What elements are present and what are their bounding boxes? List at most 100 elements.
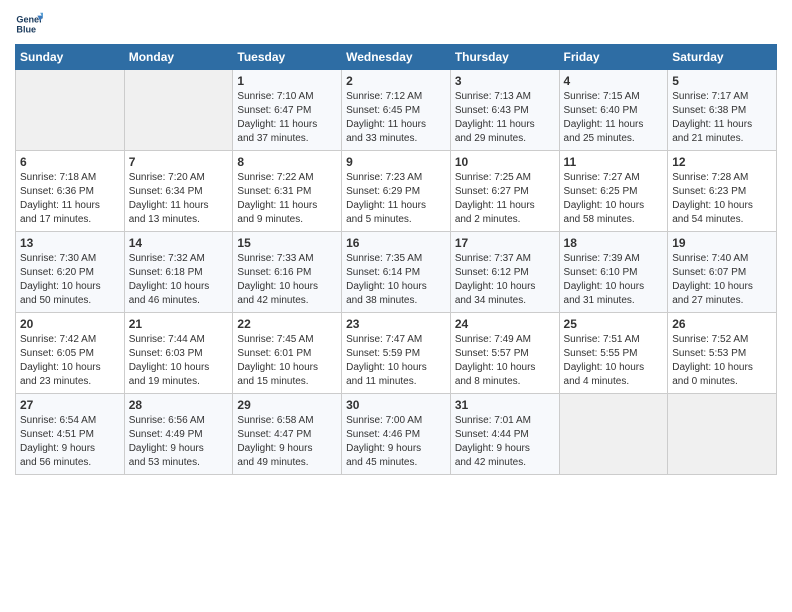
calendar-cell: 12 Sunrise: 7:28 AMSunset: 6:23 PMDayligh… (668, 151, 777, 232)
calendar-body: 1Sunrise: 7:10 AMSunset: 6:47 PMDaylight… (16, 70, 777, 475)
week-row-1: 1Sunrise: 7:10 AMSunset: 6:47 PMDaylight… (16, 70, 777, 151)
calendar-cell: 26 Sunrise: 7:52 AMSunset: 5:53 PMDayligh… (668, 313, 777, 394)
calendar-cell: 6 Sunrise: 7:18 AMSunset: 6:36 PMDaylight… (16, 151, 125, 232)
day-number: 5 (672, 74, 772, 88)
svg-text:Blue: Blue (16, 24, 36, 34)
day-number: 3 (455, 74, 555, 88)
cell-content: Sunrise: 7:45 AMSunset: 6:01 PMDaylight:… (237, 333, 337, 389)
cell-content: Sunrise: 6:54 AMSunset: 4:51 PMDaylight:… (20, 414, 120, 470)
calendar-cell (124, 70, 233, 151)
cell-content: Sunrise: 7:51 AMSunset: 5:55 PMDaylight:… (564, 333, 664, 389)
cell-content: Sunrise: 7:32 AMSunset: 6:18 PMDaylight:… (129, 252, 229, 308)
cell-content: Sunrise: 7:15 AMSunset: 6:40 PMDaylight:… (564, 90, 664, 146)
day-number: 10 (455, 155, 555, 169)
calendar-cell: 24 Sunrise: 7:49 AMSunset: 5:57 PMDayligh… (450, 313, 559, 394)
calendar-cell: 27 Sunrise: 6:54 AMSunset: 4:51 PMDayligh… (16, 394, 125, 475)
calendar-cell: 28Sunrise: 6:56 AMSunset: 4:49 PMDayligh… (124, 394, 233, 475)
calendar-cell: 7 Sunrise: 7:20 AMSunset: 6:34 PMDaylight… (124, 151, 233, 232)
day-number: 17 (455, 236, 555, 250)
calendar-cell: 14 Sunrise: 7:32 AMSunset: 6:18 PMDayligh… (124, 232, 233, 313)
cell-content: Sunrise: 7:22 AMSunset: 6:31 PMDaylight:… (237, 171, 337, 227)
day-number: 11 (564, 155, 664, 169)
day-number: 1 (237, 74, 337, 88)
day-number: 18 (564, 236, 664, 250)
calendar-header-row: SundayMondayTuesdayWednesdayThursdayFrid… (16, 45, 777, 70)
day-number: 27 (20, 398, 120, 412)
day-number: 9 (346, 155, 446, 169)
day-header-friday: Friday (559, 45, 668, 70)
calendar-cell: 29 Sunrise: 6:58 AMSunset: 4:47 PMDayligh… (233, 394, 342, 475)
cell-content: Sunrise: 7:52 AMSunset: 5:53 PMDaylight:… (672, 333, 772, 389)
day-header-thursday: Thursday (450, 45, 559, 70)
day-number: 15 (237, 236, 337, 250)
cell-content: Sunrise: 7:20 AMSunset: 6:34 PMDaylight:… (129, 171, 229, 227)
calendar-cell: 23 Sunrise: 7:47 AMSunset: 5:59 PMDayligh… (342, 313, 451, 394)
day-number: 31 (455, 398, 555, 412)
week-row-2: 6 Sunrise: 7:18 AMSunset: 6:36 PMDaylight… (16, 151, 777, 232)
calendar-cell: 10Sunrise: 7:25 AMSunset: 6:27 PMDayligh… (450, 151, 559, 232)
day-header-monday: Monday (124, 45, 233, 70)
calendar-cell: 13Sunrise: 7:30 AMSunset: 6:20 PMDayligh… (16, 232, 125, 313)
page-header: General Blue (15, 10, 777, 38)
day-number: 8 (237, 155, 337, 169)
day-header-saturday: Saturday (668, 45, 777, 70)
logo-icon: General Blue (15, 10, 43, 38)
day-number: 13 (20, 236, 120, 250)
calendar-cell: 5 Sunrise: 7:17 AMSunset: 6:38 PMDaylight… (668, 70, 777, 151)
cell-content: Sunrise: 7:35 AMSunset: 6:14 PMDaylight:… (346, 252, 446, 308)
cell-content: Sunrise: 7:00 AMSunset: 4:46 PMDaylight:… (346, 414, 446, 470)
calendar-cell: 4 Sunrise: 7:15 AMSunset: 6:40 PMDaylight… (559, 70, 668, 151)
calendar-cell: 30Sunrise: 7:00 AMSunset: 4:46 PMDayligh… (342, 394, 451, 475)
cell-content: Sunrise: 7:47 AMSunset: 5:59 PMDaylight:… (346, 333, 446, 389)
cell-content: Sunrise: 7:18 AMSunset: 6:36 PMDaylight:… (20, 171, 120, 227)
calendar-cell: 1Sunrise: 7:10 AMSunset: 6:47 PMDaylight… (233, 70, 342, 151)
day-number: 14 (129, 236, 229, 250)
day-number: 28 (129, 398, 229, 412)
day-header-sunday: Sunday (16, 45, 125, 70)
calendar-cell: 15 Sunrise: 7:33 AMSunset: 6:16 PMDayligh… (233, 232, 342, 313)
cell-content: Sunrise: 7:28 AMSunset: 6:23 PMDaylight:… (672, 171, 772, 227)
calendar-cell: 2Sunrise: 7:12 AMSunset: 6:45 PMDaylight… (342, 70, 451, 151)
day-number: 29 (237, 398, 337, 412)
week-row-3: 13Sunrise: 7:30 AMSunset: 6:20 PMDayligh… (16, 232, 777, 313)
calendar-table: SundayMondayTuesdayWednesdayThursdayFrid… (15, 44, 777, 475)
day-number: 12 (672, 155, 772, 169)
calendar-cell: 21Sunrise: 7:44 AMSunset: 6:03 PMDayligh… (124, 313, 233, 394)
cell-content: Sunrise: 7:23 AMSunset: 6:29 PMDaylight:… (346, 171, 446, 227)
day-number: 6 (20, 155, 120, 169)
calendar-cell: 19 Sunrise: 7:40 AMSunset: 6:07 PMDayligh… (668, 232, 777, 313)
day-number: 21 (129, 317, 229, 331)
calendar-cell: 3 Sunrise: 7:13 AMSunset: 6:43 PMDaylight… (450, 70, 559, 151)
cell-content: Sunrise: 7:49 AMSunset: 5:57 PMDaylight:… (455, 333, 555, 389)
cell-content: Sunrise: 7:12 AMSunset: 6:45 PMDaylight:… (346, 90, 446, 146)
calendar-cell: 9 Sunrise: 7:23 AMSunset: 6:29 PMDaylight… (342, 151, 451, 232)
day-number: 4 (564, 74, 664, 88)
day-number: 25 (564, 317, 664, 331)
day-number: 7 (129, 155, 229, 169)
day-number: 23 (346, 317, 446, 331)
calendar-cell: 8 Sunrise: 7:22 AMSunset: 6:31 PMDaylight… (233, 151, 342, 232)
calendar-cell: 16 Sunrise: 7:35 AMSunset: 6:14 PMDayligh… (342, 232, 451, 313)
calendar-cell: 18 Sunrise: 7:39 AMSunset: 6:10 PMDayligh… (559, 232, 668, 313)
calendar-cell: 25 Sunrise: 7:51 AMSunset: 5:55 PMDayligh… (559, 313, 668, 394)
day-header-tuesday: Tuesday (233, 45, 342, 70)
cell-content: Sunrise: 6:58 AMSunset: 4:47 PMDaylight:… (237, 414, 337, 470)
cell-content: Sunrise: 7:01 AMSunset: 4:44 PMDaylight:… (455, 414, 555, 470)
calendar-cell (559, 394, 668, 475)
cell-content: Sunrise: 7:17 AMSunset: 6:38 PMDaylight:… (672, 90, 772, 146)
week-row-5: 27 Sunrise: 6:54 AMSunset: 4:51 PMDayligh… (16, 394, 777, 475)
day-number: 24 (455, 317, 555, 331)
day-number: 19 (672, 236, 772, 250)
calendar-cell: 20Sunrise: 7:42 AMSunset: 6:05 PMDayligh… (16, 313, 125, 394)
cell-content: Sunrise: 7:37 AMSunset: 6:12 PMDaylight:… (455, 252, 555, 308)
day-number: 26 (672, 317, 772, 331)
cell-content: Sunrise: 7:39 AMSunset: 6:10 PMDaylight:… (564, 252, 664, 308)
cell-content: Sunrise: 7:40 AMSunset: 6:07 PMDaylight:… (672, 252, 772, 308)
day-number: 20 (20, 317, 120, 331)
cell-content: Sunrise: 7:33 AMSunset: 6:16 PMDaylight:… (237, 252, 337, 308)
calendar-cell: 17 Sunrise: 7:37 AMSunset: 6:12 PMDayligh… (450, 232, 559, 313)
calendar-cell: 11Sunrise: 7:27 AMSunset: 6:25 PMDayligh… (559, 151, 668, 232)
day-number: 16 (346, 236, 446, 250)
logo: General Blue (15, 10, 43, 38)
cell-content: Sunrise: 7:13 AMSunset: 6:43 PMDaylight:… (455, 90, 555, 146)
